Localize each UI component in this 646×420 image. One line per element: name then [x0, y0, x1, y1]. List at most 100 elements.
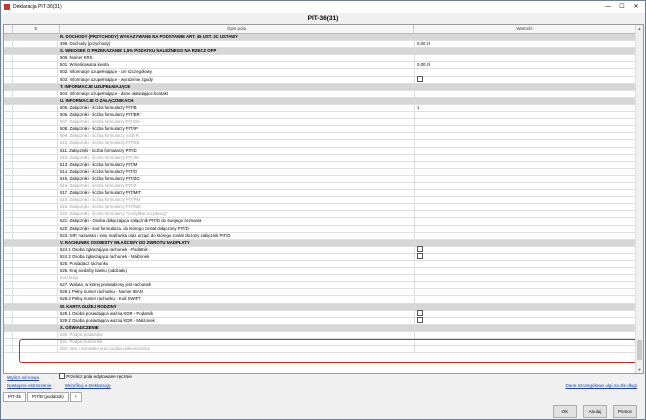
value-checkbox[interactable] — [417, 317, 423, 324]
row-value[interactable] — [414, 246, 635, 253]
table-row[interactable]: 516. Załączniki - liczba formularzy PIT/… — [4, 182, 635, 191]
table-row[interactable]: 508. Załączniki - liczba formularzy PIT/… — [4, 126, 635, 134]
row-value[interactable] — [414, 211, 635, 218]
row-value[interactable] — [414, 225, 635, 232]
table-row[interactable]: 517. Załączniki - liczba formularzy PIT/… — [4, 190, 635, 198]
row-value[interactable] — [414, 261, 635, 268]
tab-pit-b[interactable]: PIT/B (podatnik) — [26, 392, 69, 402]
row-value[interactable] — [414, 289, 635, 296]
row-description: 513. Załączniki - liczba formularzy PIT/… — [60, 161, 138, 167]
verify-edeclaration-link[interactable]: Weryfikuj e-Deklarację — [65, 383, 111, 388]
table-row[interactable]: 524.1 Osoba zgłaszająca rachunek - Podat… — [4, 246, 635, 254]
table-row[interactable]: 500. Numer KRS — [4, 55, 635, 63]
value-checkbox[interactable] — [417, 310, 423, 317]
table-row[interactable]: 526. Kraj siedziby banku (oddziału) — [4, 268, 635, 276]
row-value[interactable] — [414, 112, 635, 119]
row-value[interactable] — [414, 133, 635, 140]
value-checkbox[interactable] — [417, 253, 423, 260]
table-row[interactable]: 528.1 Pełny numer rachunku - Numer IBAN — [4, 289, 635, 297]
row-value[interactable] — [414, 69, 635, 76]
row-value[interactable] — [414, 282, 635, 289]
value-checkbox[interactable] — [417, 246, 423, 253]
row-value[interactable] — [414, 90, 635, 97]
row-value[interactable] — [414, 190, 635, 197]
row-value[interactable] — [414, 296, 635, 303]
bad-debt-details-link[interactable]: Dane szczegółowe ulgi na złe długi — [565, 383, 637, 388]
table-row[interactable]: 499. Dochody (przychody) 0,00 zł — [4, 41, 635, 49]
row-value[interactable] — [414, 204, 635, 211]
close-button[interactable]: ✕ — [629, 1, 643, 13]
row-value[interactable]: 0,00 zł — [414, 62, 635, 69]
row-value[interactable] — [414, 55, 635, 62]
recalculate-link[interactable]: Wylicz od nowa — [7, 375, 39, 380]
table-row[interactable]: 525. Posiadacz rachunku — [4, 261, 635, 269]
table-row[interactable]: 505. Załączniki - liczba formularzy PIT/… — [4, 104, 635, 113]
maximize-button[interactable]: ☐ — [615, 1, 629, 13]
table-row[interactable]: 506. Załączniki - liczba formularzy PIT/… — [4, 112, 635, 120]
table-row[interactable]: 512. Załączniki - liczba formularzy PIT-… — [4, 154, 635, 162]
table-row[interactable]: 503. Informacje uzupełniające - wyrażeni… — [4, 75, 635, 84]
row-value[interactable] — [414, 197, 635, 204]
row-description: 509. Załączniki - liczba formularzy SSE-… — [60, 133, 140, 139]
table-row[interactable]: 510. Załączniki - liczba formularzy PIT/… — [4, 140, 635, 148]
row-value[interactable] — [414, 331, 635, 339]
checkbox-icon[interactable] — [59, 373, 65, 380]
row-value[interactable] — [414, 140, 635, 147]
ok-button[interactable]: OK — [553, 405, 577, 418]
row-marker-cell — [4, 310, 13, 317]
scroll-down-icon[interactable]: ▼ — [636, 366, 643, 373]
recalc-edited-checkbox[interactable]: Przelicz pola edytowane ręcznie — [59, 373, 132, 380]
table-row[interactable]: 502. Informacje uzupełniające - cel szcz… — [4, 69, 635, 77]
row-description: 502. Informacje uzupełniające - cel szcz… — [60, 69, 152, 75]
row-value[interactable] — [414, 275, 635, 282]
row-value[interactable] — [414, 154, 635, 161]
row-value[interactable] — [414, 175, 635, 182]
row-value[interactable]: 0,00 zł — [414, 41, 635, 48]
tab-pit-36[interactable]: PIT-36 — [3, 392, 26, 402]
table-row[interactable]: 515. Załączniki - liczba formularzy PIT/… — [4, 175, 635, 183]
row-value[interactable] — [414, 161, 635, 168]
vertical-scrollbar[interactable]: ▲ ▼ — [635, 25, 643, 373]
table-row[interactable]: 527. Waluta, w której prowadzony jest ra… — [4, 282, 635, 290]
table-row[interactable]: 530. Podpis podatnika — [4, 331, 635, 340]
help-button[interactable]: Pomoc — [613, 405, 637, 418]
row-value[interactable] — [414, 75, 635, 83]
tab-add[interactable]: + — [69, 392, 83, 402]
table-row[interactable]: 507. Załączniki - liczba formularzy PIT/… — [4, 119, 635, 127]
row-value[interactable] — [414, 317, 635, 324]
cancel-button[interactable]: Anuluj — [583, 405, 607, 418]
row-value[interactable] — [414, 310, 635, 317]
row-value[interactable]: 1 — [414, 104, 635, 112]
table-row[interactable]: 504. Informacje uzupełniające - dane uła… — [4, 90, 635, 98]
row-value[interactable] — [414, 119, 635, 126]
table-row[interactable]: 522. Załączniki - kod formularza, do któ… — [4, 225, 635, 233]
table-row[interactable]: 501. Wnioskowana kwota 0,00 zł — [4, 62, 635, 70]
table-row[interactable]: 511. Załączniki - liczba formularzy PIT/… — [4, 147, 635, 155]
table-row[interactable]: 523. NIP, nazwisko i imię małżonka oraz … — [4, 232, 635, 240]
table-row[interactable]: 528.2 Pełny numer rachunku - Kod SWIFT — [4, 296, 635, 304]
table-row[interactable]: 520. Załączniki - liczba formularzy "Cer… — [4, 211, 635, 219]
row-value[interactable] — [414, 126, 635, 133]
row-value[interactable] — [414, 218, 635, 225]
value-checkbox[interactable] — [417, 75, 423, 82]
table-row[interactable]: 521. Załączniki - Osoba dołączająca załą… — [4, 218, 635, 226]
table-row[interactable]: 514. Załączniki - liczba formularzy PIT/… — [4, 168, 635, 176]
table-row[interactable]: 519. Załączniki - liczba formularzy PIT/… — [4, 204, 635, 212]
table-row[interactable]: Kod kraju — [4, 275, 635, 283]
table-row[interactable]: 529.1 Osoba posiadająca ważną KDR - Poda… — [4, 310, 635, 318]
scroll-up-icon[interactable]: ▲ — [636, 25, 643, 32]
table-row[interactable]: 524.2 Osoba zgłaszająca rachunek - Małżo… — [4, 253, 635, 261]
row-value[interactable] — [414, 147, 635, 154]
row-value[interactable] — [414, 168, 635, 175]
row-value[interactable] — [414, 268, 635, 275]
row-value[interactable] — [414, 232, 635, 239]
table-row[interactable]: 518. Załączniki - liczba formularzy PIT/… — [4, 197, 635, 205]
row-value[interactable] — [414, 253, 635, 260]
table-row[interactable]: 509. Załączniki - liczba formularzy SSE-… — [4, 133, 635, 141]
table-row[interactable]: 529.2 Osoba posiadająca ważną KDR - Małż… — [4, 317, 635, 325]
scroll-thumb[interactable] — [637, 340, 642, 360]
next-warning-link[interactable]: Następne ostrzeżenie — [7, 383, 51, 388]
row-value[interactable] — [414, 182, 635, 190]
minimize-button[interactable]: — — [601, 1, 615, 13]
table-row[interactable]: 513. Załączniki - liczba formularzy PIT/… — [4, 161, 635, 169]
